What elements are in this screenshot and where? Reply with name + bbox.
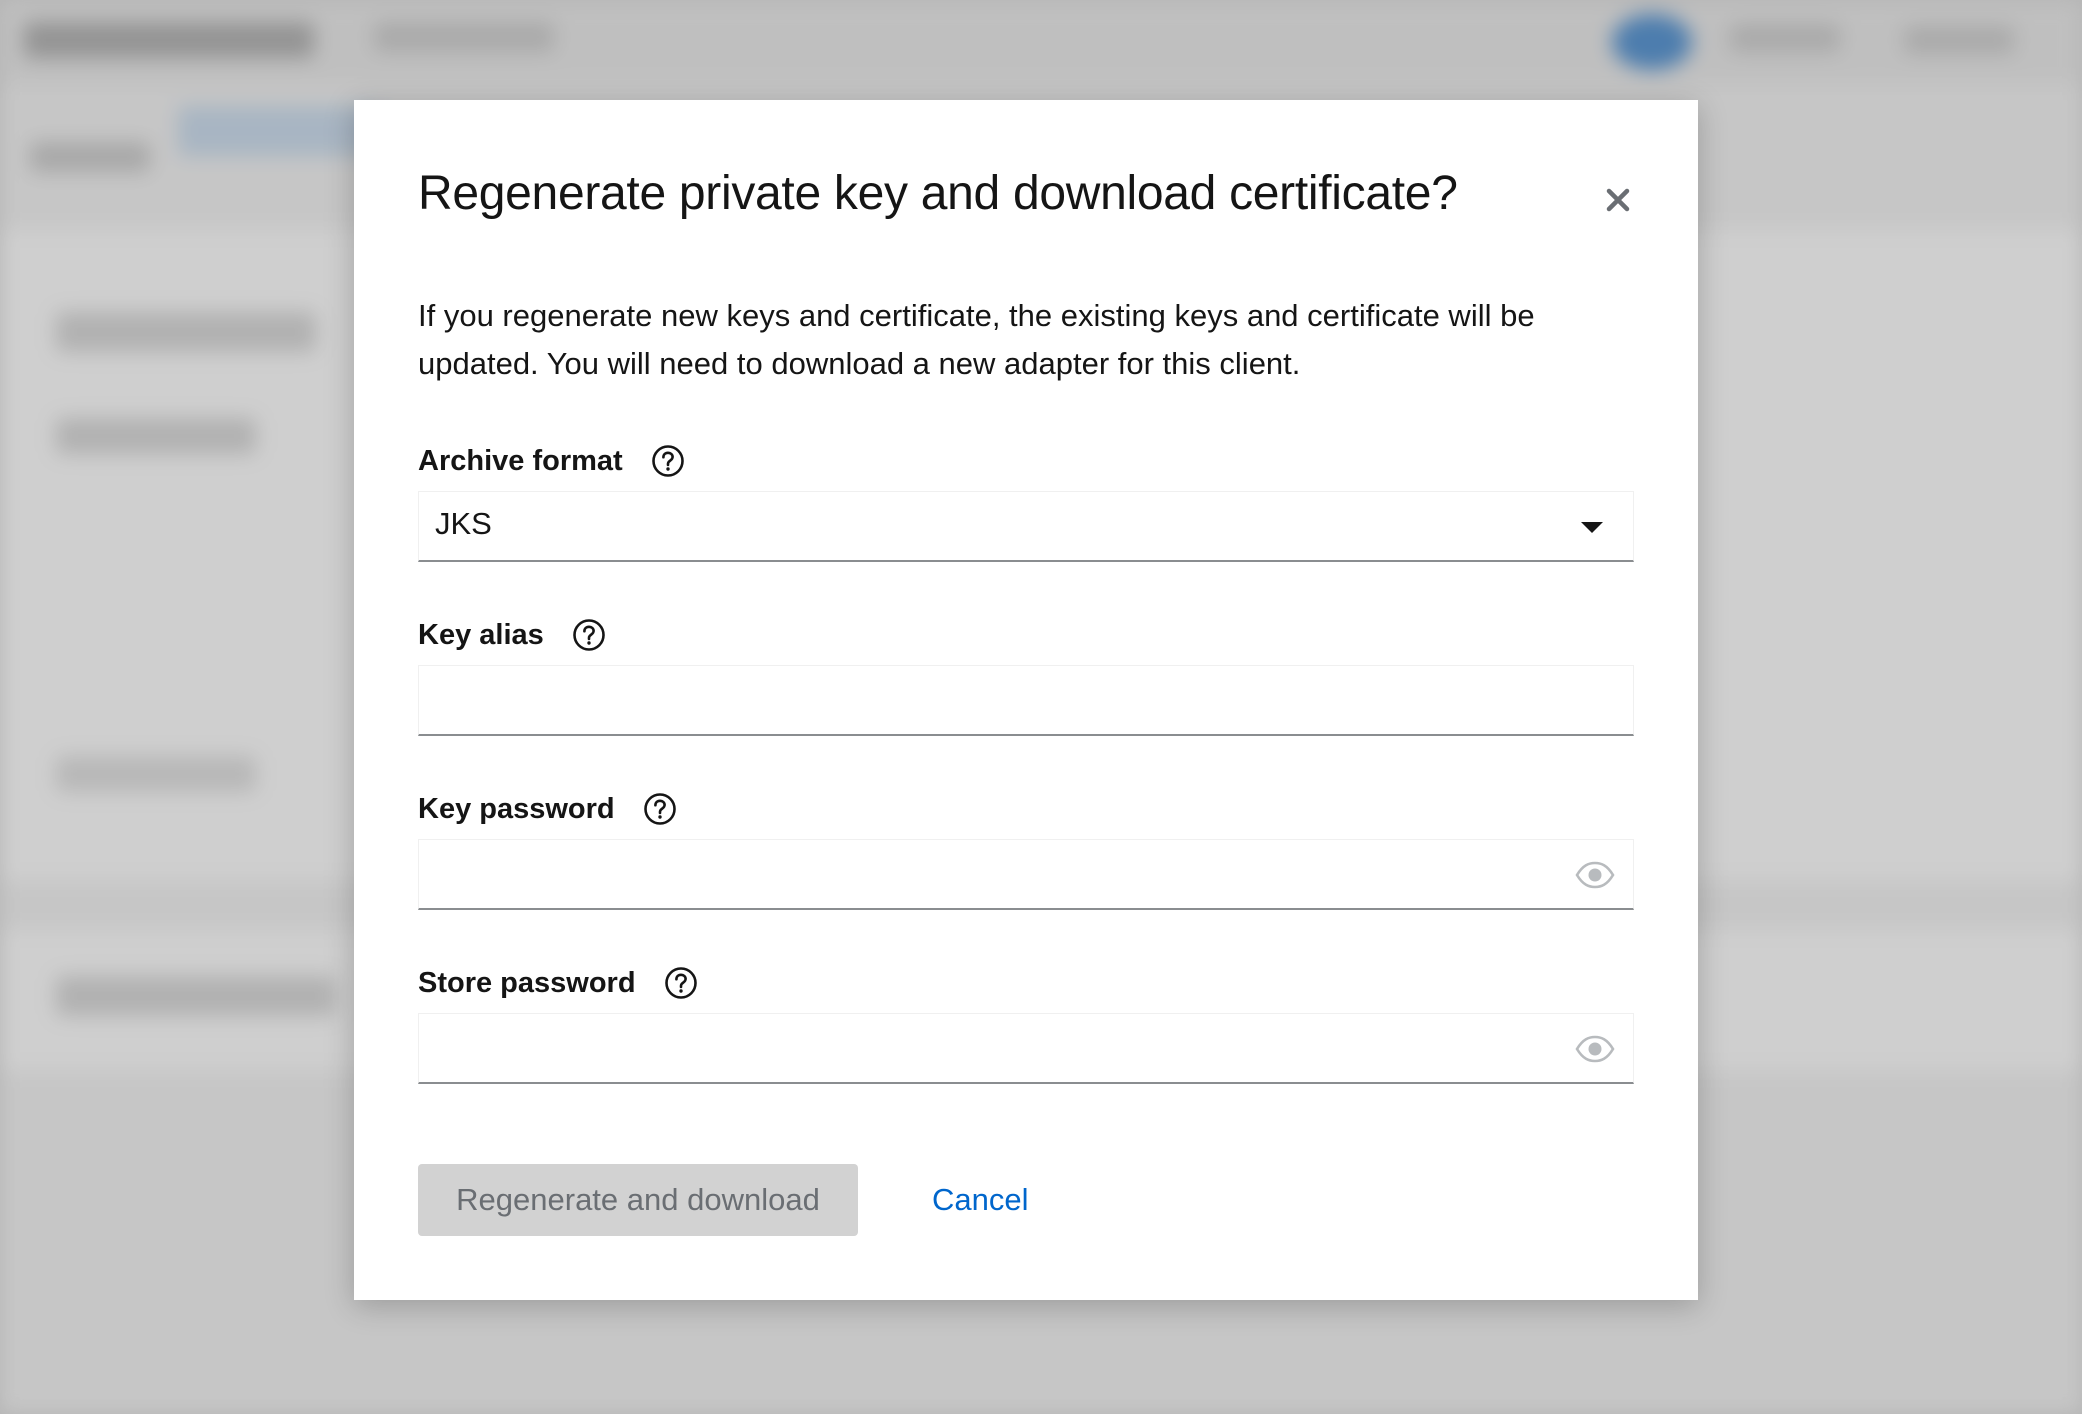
help-icon[interactable] xyxy=(664,966,698,1000)
help-icon[interactable] xyxy=(643,792,677,826)
archive-format-select[interactable]: JKS xyxy=(418,491,1634,562)
key-alias-label-text: Key alias xyxy=(418,618,544,651)
archive-format-label: Archive format xyxy=(418,444,685,478)
archive-format-label-text: Archive format xyxy=(418,444,623,477)
key-password-field[interactable] xyxy=(418,839,1634,910)
eye-icon[interactable] xyxy=(1575,860,1615,890)
regenerate-and-download-button[interactable]: Regenerate and download xyxy=(418,1164,858,1236)
store-password-label: Store password xyxy=(418,966,698,1000)
help-icon[interactable] xyxy=(651,444,685,478)
close-icon xyxy=(1606,188,1630,212)
cancel-button[interactable]: Cancel xyxy=(922,1164,1039,1236)
key-alias-input[interactable] xyxy=(419,666,1633,734)
key-password-label: Key password xyxy=(418,792,677,826)
store-password-input[interactable] xyxy=(419,1014,1633,1082)
key-alias-label: Key alias xyxy=(418,618,606,652)
modal-title: Regenerate private key and download cert… xyxy=(418,167,1458,220)
key-password-label-text: Key password xyxy=(418,792,615,825)
caret-down-icon xyxy=(1581,522,1603,533)
eye-icon[interactable] xyxy=(1575,1034,1615,1064)
close-button[interactable] xyxy=(1598,180,1638,220)
store-password-label-text: Store password xyxy=(418,966,636,999)
help-icon[interactable] xyxy=(572,618,606,652)
key-alias-field[interactable] xyxy=(418,665,1634,736)
archive-format-value: JKS xyxy=(435,506,492,541)
key-password-input[interactable] xyxy=(419,840,1633,908)
modal-description: If you regenerate new keys and certifica… xyxy=(418,298,1535,381)
store-password-field[interactable] xyxy=(418,1013,1634,1084)
regenerate-key-modal: Regenerate private key and download cert… xyxy=(354,100,1698,1300)
